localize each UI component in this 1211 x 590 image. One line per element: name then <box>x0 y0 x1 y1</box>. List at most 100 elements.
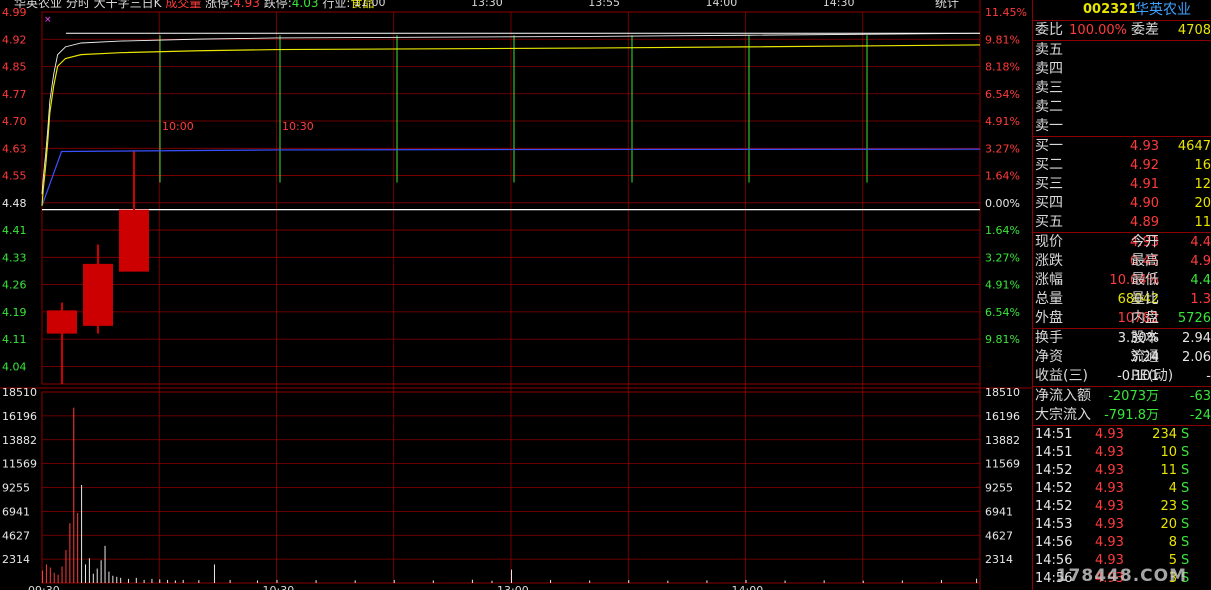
tick-volume: 11 <box>1160 463 1177 478</box>
flow-row: 净流入额 -2073万 -63 <box>1033 387 1211 406</box>
price-tick-label: 4.77 <box>2 88 27 101</box>
tick-time: 14:51 <box>1035 427 1073 442</box>
flow-value: -791.8万 <box>1104 408 1159 423</box>
tick-row[interactable]: 14:52 4.93 11 S <box>1033 462 1211 480</box>
marker-label: 10:00 <box>162 120 194 133</box>
tick-volume: 23 <box>1160 499 1177 514</box>
buy-orders: 买一 4.93 4647 买二 4.92 16 买三 4.91 12 买四 4.90 20 买五 4.89… <box>1033 136 1211 232</box>
sell-label: 卖一 <box>1035 118 1063 134</box>
price-tick-label: 4.99 <box>2 6 27 19</box>
quote-label-2: 最高 <box>1131 253 1159 269</box>
pct-tick-label: 3.27% <box>985 251 1020 264</box>
volume-tick-label: 11569 <box>2 458 37 471</box>
quote-value-2: 4.4 <box>1190 235 1211 250</box>
tick-row[interactable]: 14:56 4.93 8 S <box>1033 534 1211 552</box>
quote-row: 涨跌 0.45 最高 4.9 <box>1033 252 1211 271</box>
tick-row[interactable]: 14:51 4.93 234 S <box>1033 426 1211 444</box>
top-time-label: 13:55 <box>588 0 620 9</box>
buy-volume: 4647 <box>1177 139 1211 154</box>
tick-row[interactable]: 14:53 4.93 20 S <box>1033 516 1211 534</box>
tick-row[interactable]: 14:51 4.93 10 S <box>1033 444 1211 462</box>
tick-time: 14:52 <box>1035 481 1073 496</box>
volume-tick-label: 16196 <box>2 410 37 423</box>
top-time-label: 11:00 <box>354 0 386 9</box>
fund-value-2: - <box>1206 369 1211 384</box>
buy-label: 买三 <box>1035 176 1063 192</box>
quote-value-2: 4.4 <box>1190 273 1211 288</box>
tick-time: 14:52 <box>1035 463 1073 478</box>
panel-header: 002321 华英农业 <box>1033 0 1211 20</box>
tick-side: S <box>1181 463 1190 478</box>
tick-list[interactable]: 14:51 4.93 234 S 14:51 4.93 10 S 14:52 4.93 11 S 14:… <box>1033 425 1211 588</box>
flow-label: 净流入额 <box>1035 388 1091 404</box>
buy-row: 买五 4.89 11 <box>1033 213 1211 232</box>
quote-label-2: 今开 <box>1131 234 1159 250</box>
tick-price: 4.93 <box>1095 463 1124 478</box>
tick-time: 14:52 <box>1035 499 1073 514</box>
sell-row: 卖二 <box>1033 98 1211 117</box>
top-time-label: 13:30 <box>471 0 503 9</box>
tick-side: S <box>1181 535 1190 550</box>
tick-price: 4.93 <box>1095 535 1124 550</box>
buy-row: 买四 4.90 20 <box>1033 194 1211 213</box>
fund-row: 净资 3.24 流通 2.06 <box>1033 348 1211 367</box>
buy-volume: 20 <box>1194 196 1211 211</box>
tick-side: S <box>1181 427 1190 442</box>
quote-label: 涨幅 <box>1035 272 1063 288</box>
sell-row: 卖三 <box>1033 79 1211 98</box>
top-time-label: 14:30 <box>823 0 855 9</box>
fundamentals: 换手 3.30% 股本 2.94 净资 3.24 流通 2.06 收益(三) -0.101 PE(动… <box>1033 328 1211 386</box>
tick-price: 4.93 <box>1095 427 1124 442</box>
pct-tick-label: 3.27% <box>985 142 1020 155</box>
tick-row[interactable]: 14:52 4.93 23 S <box>1033 498 1211 516</box>
price-tick-label: 4.48 <box>2 197 27 210</box>
weibi-label: 委比 <box>1035 22 1063 38</box>
buy-volume: 11 <box>1194 215 1211 230</box>
tick-volume: 234 <box>1152 427 1177 442</box>
buy-row: 买二 4.92 16 <box>1033 156 1211 175</box>
quote-row: 现价 4.93 今开 4.4 <box>1033 233 1211 252</box>
candle-body <box>83 263 113 326</box>
buy-price: 4.92 <box>1130 158 1159 173</box>
sell-orders: 卖五 卖四卖三卖二 卖一 <box>1033 40 1211 136</box>
stats-button[interactable]: 统计 <box>935 0 959 10</box>
flow-value-2: -63 <box>1189 389 1211 404</box>
weibi-value: 100.00% <box>1069 23 1127 38</box>
tick-volume: 4 <box>1168 481 1177 496</box>
tick-volume: 8 <box>1168 535 1177 550</box>
pct-tick-label: 9.81% <box>985 333 1020 346</box>
sell-row: 卖五 <box>1033 41 1211 60</box>
pct-tick-label: 9.81% <box>985 33 1020 46</box>
chart-header: 华英农业 分时 大干字三日K 成交量 涨停:4.93 跌停:4.03 行业:食品 <box>14 0 374 10</box>
fund-label: 换手 <box>1035 330 1063 346</box>
pct-tick-label: 4.91% <box>985 115 1020 128</box>
buy-row: 买一 4.93 4647 <box>1033 137 1211 156</box>
volume-tick-label-right: 16196 <box>985 410 1020 423</box>
volume-tick-label-right: 2314 <box>985 553 1013 566</box>
candle-body <box>119 209 149 272</box>
sell-label: 卖四 <box>1035 61 1063 77</box>
intraday-chart[interactable]: 华英农业 分时 大干字三日K 成交量 涨停:4.93 跌停:4.03 行业:食品… <box>0 0 1032 590</box>
stock-name[interactable]: 华英农业 <box>1135 0 1191 20</box>
time-tick-label: 10:30 <box>263 584 295 590</box>
quote-value-2: 5726 <box>1177 311 1211 326</box>
fund-label: 净资 <box>1035 349 1063 365</box>
candle-body <box>47 310 77 334</box>
flow-label: 大宗流入 <box>1035 407 1091 423</box>
sell-label: 卖三 <box>1035 80 1063 96</box>
tick-row[interactable]: 14:52 4.93 4 S <box>1033 480 1211 498</box>
volume-tick-label: 13882 <box>2 434 37 447</box>
tick-volume: 20 <box>1160 517 1177 532</box>
volume-tick-label: 9255 <box>2 482 30 495</box>
pct-tick-label: 8.18% <box>985 61 1020 74</box>
sell-row: 卖四 <box>1033 60 1211 79</box>
price-tick-label: 4.26 <box>2 279 27 292</box>
price-tick-label: 4.04 <box>2 360 27 373</box>
volume-tick-label: 18510 <box>2 386 37 399</box>
buy-price: 4.90 <box>1130 196 1159 211</box>
tick-price: 4.93 <box>1095 499 1124 514</box>
top-time-label: 14:00 <box>706 0 738 9</box>
fund-label: 收益(三) <box>1035 368 1088 384</box>
fund-value-2: 2.94 <box>1182 331 1211 346</box>
quote-label: 总量 <box>1035 291 1063 307</box>
